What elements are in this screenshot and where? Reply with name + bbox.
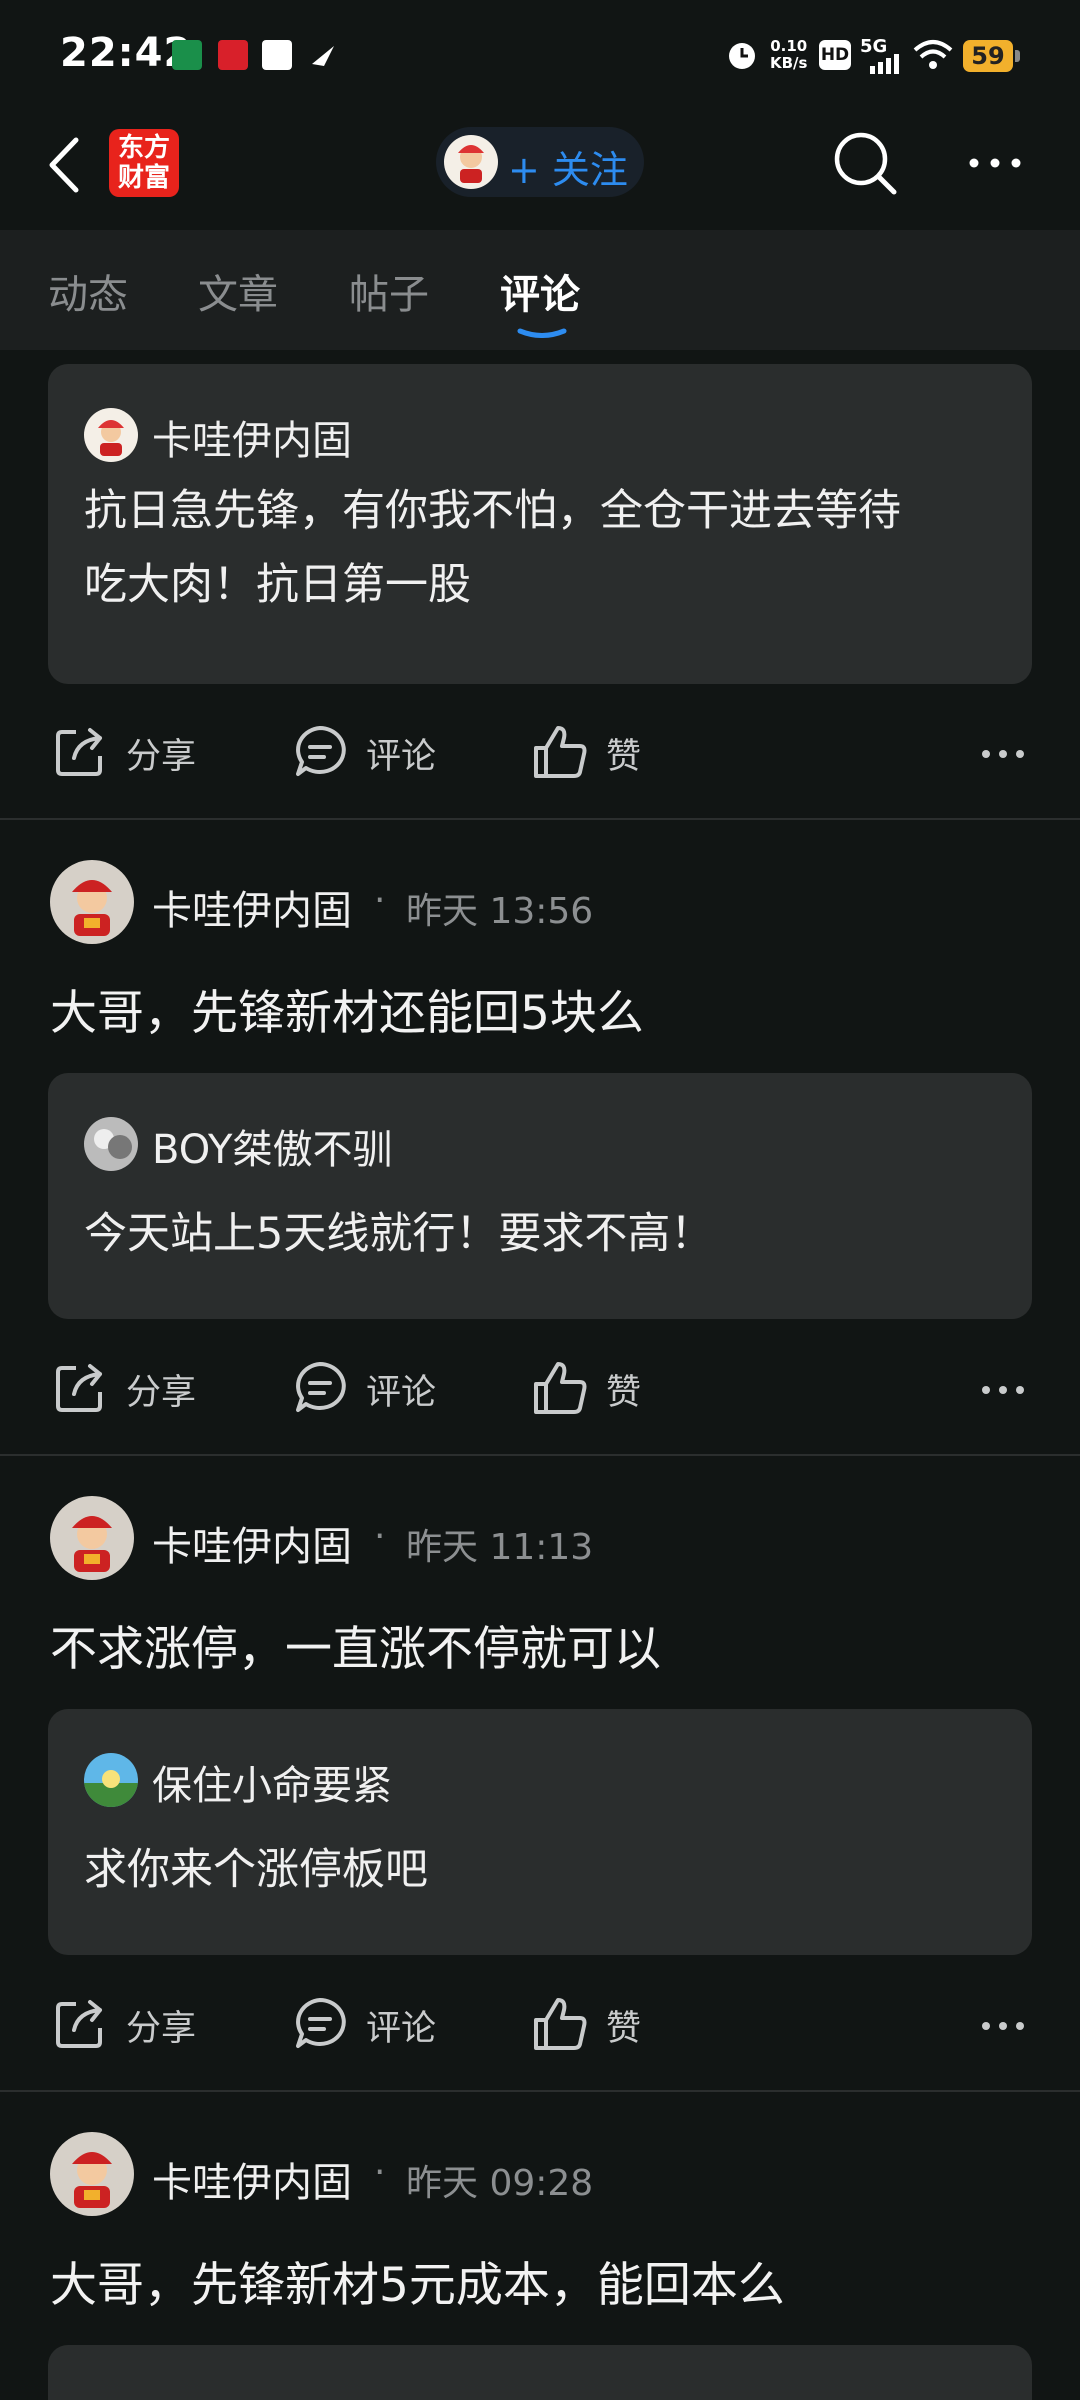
author-name[interactable]: 卡哇伊内固: [152, 878, 352, 936]
action-bar: 分享 评论 赞: [0, 1356, 1080, 1422]
logo-text-line1: 东方: [117, 133, 170, 163]
author-name[interactable]: 卡哇伊内固: [152, 1514, 352, 1572]
logo-text-line2: 财富: [117, 163, 170, 193]
search-icon[interactable]: [830, 128, 900, 198]
network-speed-unit: KB/s: [770, 54, 808, 72]
quoted-comment[interactable]: BOY桀傲不驯 今天站上5天线就行！要求不高！: [48, 1073, 1032, 1319]
quoted-text: 求你来个涨停板吧: [84, 1845, 428, 1895]
avatar: [84, 1117, 138, 1171]
hd-badge: HD: [819, 40, 851, 70]
post-time: 昨天 11:13: [406, 1527, 594, 1568]
tab-dynamics[interactable]: 动态: [48, 262, 128, 320]
comment-icon[interactable]: [292, 724, 348, 780]
divider: [0, 818, 1080, 820]
tab-posts[interactable]: 帖子: [349, 262, 429, 320]
alarm-icon: [729, 43, 755, 69]
time-separator: ·: [374, 2152, 386, 2193]
news-app-icon: [218, 40, 248, 70]
post-time: 昨天 13:56: [406, 891, 594, 932]
quoted-text-line2: 吃大肉！抗日第一股: [84, 560, 471, 610]
back-arrow-icon[interactable]: [40, 130, 90, 200]
divider: [0, 1454, 1080, 1456]
avatar[interactable]: [50, 2132, 134, 2216]
avatar[interactable]: [50, 1496, 134, 1580]
like-button[interactable]: 赞: [606, 728, 641, 779]
network-speed: 0.10 KB/s: [770, 38, 807, 72]
like-icon[interactable]: [532, 724, 588, 780]
quoted-user-name[interactable]: 卡哇伊内固: [152, 408, 352, 466]
network-speed-value: 0.10: [770, 37, 808, 55]
more-options-icon[interactable]: [978, 2016, 1028, 2036]
avatar: [84, 1753, 138, 1807]
more-options-icon[interactable]: [978, 1380, 1028, 1400]
comment-text: 不求涨停，一直涨不停就可以: [50, 1622, 661, 1677]
user-avatar: [444, 135, 498, 189]
quoted-comment[interactable]: [48, 2345, 1032, 2400]
quoted-user-name[interactable]: BOY桀傲不驯: [152, 1117, 392, 1175]
action-bar: 分享 评论 赞: [0, 720, 1080, 786]
quoted-comment[interactable]: 卡哇伊内固 抗日急先锋，有你我不怕，全仓干进去等待 吃大肉！抗日第一股: [48, 364, 1032, 684]
comment-icon[interactable]: [292, 1360, 348, 1416]
like-icon[interactable]: [532, 1996, 588, 2052]
comment-button[interactable]: 评论: [366, 1364, 436, 1415]
tab-comments[interactable]: 评论: [500, 262, 580, 320]
active-tab-indicator: [517, 328, 567, 338]
like-icon[interactable]: [532, 1360, 588, 1416]
share-button[interactable]: 分享: [126, 1364, 196, 1415]
send-icon: [312, 46, 334, 66]
quoted-comment[interactable]: 保住小命要紧 求你来个涨停板吧: [48, 1709, 1032, 1955]
more-options-icon[interactable]: [965, 148, 1025, 178]
comment-button[interactable]: 评论: [366, 2000, 436, 2051]
share-icon[interactable]: [52, 724, 108, 780]
time-separator: ·: [374, 1516, 386, 1557]
tab-articles[interactable]: 文章: [198, 262, 278, 320]
post-app-icon: [172, 40, 202, 70]
quoted-user-name[interactable]: 保住小命要紧: [152, 1753, 392, 1811]
tab-bar: 动态 文章 帖子 评论: [0, 230, 1080, 350]
quoted-text-line1: 抗日急先锋，有你我不怕，全仓干进去等待: [84, 486, 901, 536]
comment-button[interactable]: 评论: [366, 728, 436, 779]
share-icon[interactable]: [52, 1996, 108, 2052]
follow-label: + 关注: [508, 148, 628, 192]
action-bar: 分享 评论 赞: [0, 1992, 1080, 2058]
shopping-app-icon: [262, 40, 292, 70]
like-button[interactable]: 赞: [606, 1364, 641, 1415]
wifi-icon: [913, 40, 953, 69]
signal-icon: [870, 54, 899, 74]
share-button[interactable]: 分享: [126, 728, 196, 779]
comment-icon[interactable]: [292, 1996, 348, 2052]
avatar[interactable]: [50, 860, 134, 944]
share-button[interactable]: 分享: [126, 2000, 196, 2051]
comment-text: 大哥，先锋新材还能回5块么: [50, 986, 644, 1041]
avatar: [84, 408, 138, 462]
post-time: 昨天 09:28: [406, 2163, 594, 2204]
time-separator: ·: [374, 880, 386, 921]
follow-button[interactable]: + 关注: [436, 127, 644, 197]
comment-text: 大哥，先锋新材5元成本，能回本么: [50, 2258, 785, 2313]
more-options-icon[interactable]: [978, 744, 1028, 764]
author-name[interactable]: 卡哇伊内固: [152, 2150, 352, 2208]
share-icon[interactable]: [52, 1360, 108, 1416]
quoted-text: 今天站上5天线就行！要求不高！: [84, 1209, 714, 1259]
eastmoney-logo[interactable]: 东方 财富: [109, 129, 179, 197]
status-bar: 22:42 0.10 KB/s HD 5G 59: [0, 0, 1080, 110]
like-button[interactable]: 赞: [606, 2000, 641, 2051]
divider: [0, 2090, 1080, 2092]
battery-indicator: 59: [963, 40, 1020, 72]
